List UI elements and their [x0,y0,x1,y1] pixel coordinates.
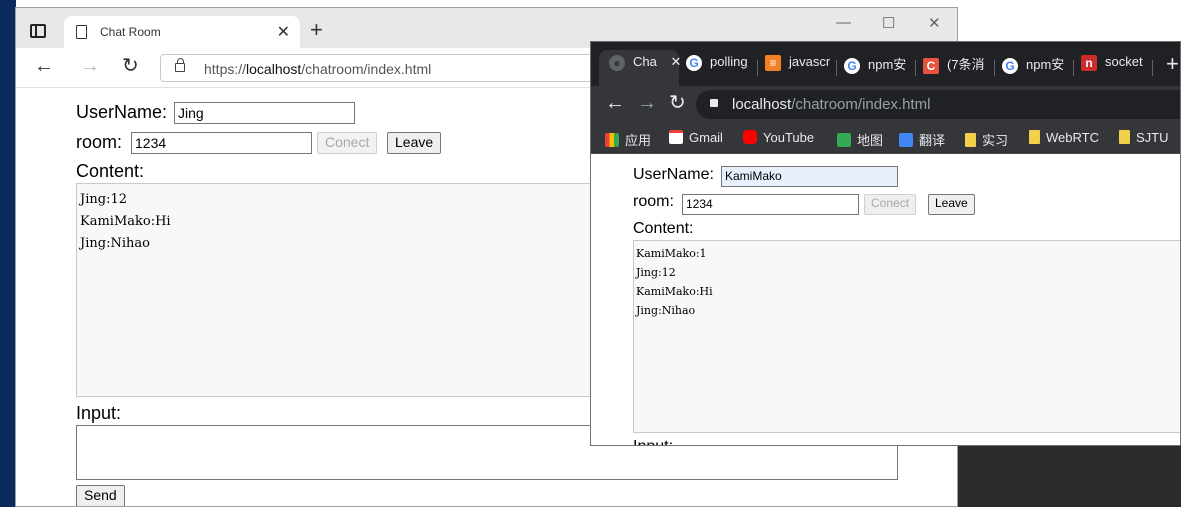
url-text: localhost/chatroom/index.html [732,96,931,113]
google-icon: G [844,57,860,74]
tab-title: Chat Room [100,25,161,39]
apps-grid-icon [605,133,619,147]
tab-javascript[interactable]: ≡ javascr [765,54,830,82]
tab-separator [836,60,837,76]
forward-button[interactable]: → [637,93,657,113]
leave-button[interactable]: Leave [387,132,442,154]
input-label: Input: [76,403,122,423]
gmail-icon [669,130,683,144]
username-label: UserName: [76,102,168,122]
username-label: UserName: [633,166,714,183]
url-field[interactable]: https://localhost/chatroom/index.html [160,54,620,82]
bookmark-internship[interactable]: 实习 [965,130,1008,149]
youtube-icon [743,130,757,144]
tab-separator [757,60,758,76]
tab-chat-label: ● Cha ✕ [609,54,681,82]
close-tab-icon[interactable]: ✕ [670,54,681,69]
folder-icon [1029,130,1040,144]
back-button[interactable]: ← [34,56,54,76]
room-input[interactable]: 1234 [131,132,312,154]
bookmark-maps[interactable]: 地图 [837,130,883,149]
chrome-window: ● Cha ✕ Gpolling ≡ javascr Gnpm安 C (7条消 Gnp… [590,41,1181,446]
bookmarks-bar: 应用 Gmail YouTube 地图 翻译 实习 WebRTC SJTU [591,123,1180,154]
tab-npm-2[interactable]: Gnpm安 [1002,54,1064,82]
bookmark-youtube[interactable]: YouTube [743,130,814,145]
forward-button[interactable]: → [80,56,100,76]
send-button[interactable]: Send [76,485,125,506]
message-line: Jing:Nihao [636,304,696,317]
tab-separator [915,60,916,76]
page-icon [76,25,87,39]
message-line: KamiMako:1 [636,247,707,260]
translate-icon [899,133,913,147]
refresh-button[interactable]: ↻ [669,93,686,113]
tab-separator [1152,60,1153,76]
lock-icon [710,99,718,107]
socket-icon: n [1081,54,1097,71]
taskbar-fragment [957,445,1181,507]
tab-csdn[interactable]: C (7条消 [923,54,985,82]
refresh-button[interactable]: ↻ [122,56,139,76]
bookmark-gmail[interactable]: Gmail [669,130,723,145]
room-label: room: [633,193,674,210]
google-icon: G [1002,57,1018,74]
bookmark-translate[interactable]: 翻译 [899,130,945,149]
stackoverflow-icon: ≡ [765,54,781,71]
tab-actions-icon[interactable] [30,24,46,38]
desktop-background [0,0,16,507]
bookmark-sjtu[interactable]: SJTU [1119,130,1169,145]
username-input[interactable]: Jing [174,102,355,124]
globe-icon: ● [609,54,625,71]
new-tab-button[interactable]: + [1166,51,1179,79]
back-button[interactable]: ← [605,93,625,113]
bookmark-webrtc[interactable]: WebRTC [1029,130,1099,145]
omnibox[interactable]: localhost/chatroom/index.html [696,90,1180,119]
maximize-button[interactable]: ☐ [882,14,895,32]
content-label: Content: [76,161,145,181]
room-label: room: [76,132,123,152]
tab-separator [1073,60,1074,76]
content-area[interactable]: KamiMako:1 Jing:12 KamiMako:Hi Jing:Niha… [633,240,1180,433]
close-tab-icon[interactable]: ✕ [277,22,290,42]
connect-button[interactable]: Conect [317,132,378,154]
maps-icon [837,133,851,147]
tab-npm-1[interactable]: Gnpm安 [844,54,906,82]
message-line: Jing:12 [636,266,676,279]
username-input[interactable]: KamiMako [721,166,898,187]
new-tab-button[interactable]: + [310,19,323,41]
folder-icon [1119,130,1130,144]
google-icon: G [686,54,702,71]
chrome-toolbar: ← → ↻ localhost/chatroom/index.html [591,86,1180,123]
message-line: KamiMako:Hi [636,285,713,298]
leave-button[interactable]: Leave [928,194,975,215]
minimize-button[interactable]: — [836,14,851,31]
edge-tab-chat-room[interactable]: Chat Room ✕ [64,16,300,48]
close-window-button[interactable]: ✕ [928,14,941,32]
lock-icon [175,58,185,72]
tab-separator [994,60,995,76]
chrome-tab-bar: ● Cha ✕ Gpolling ≡ javascr Gnpm安 C (7条消 Gnp… [591,42,1180,86]
bookmark-apps[interactable]: 应用 [605,130,651,149]
room-input[interactable]: 1234 [682,194,859,215]
folder-icon [965,133,976,147]
content-label: Content: [633,220,694,237]
url-text: https://localhost/chatroom/index.html [204,61,432,77]
tab-polling[interactable]: Gpolling [686,54,748,82]
csdn-icon: C [923,57,939,74]
tab-socket[interactable]: n socket [1081,54,1143,82]
connect-button[interactable]: Conect [864,194,917,215]
input-label: Input: [633,438,673,445]
